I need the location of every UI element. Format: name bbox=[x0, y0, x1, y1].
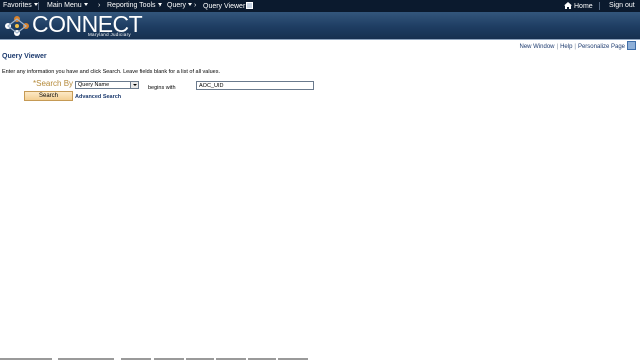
nav-divider bbox=[599, 2, 600, 10]
link-separator: | bbox=[556, 44, 559, 50]
connect-logo-icon bbox=[5, 16, 29, 36]
page-icon bbox=[246, 2, 254, 9]
page-links-bar: New Window | Help | Personalize Page bbox=[519, 41, 636, 50]
help-link[interactable]: Help bbox=[560, 44, 572, 50]
breadcrumb-chevron-icon: › bbox=[98, 2, 101, 9]
reporting-tools-label: Reporting Tools bbox=[107, 2, 156, 9]
main-menu-dropdown-icon bbox=[83, 3, 88, 6]
main-menu-label: Main Menu bbox=[47, 2, 82, 9]
favorites-menu[interactable]: Favorites bbox=[3, 2, 38, 9]
breadcrumb-chevron-icon: › bbox=[159, 2, 162, 9]
header-banner: CONNECT Maryland Judiciary bbox=[0, 11, 640, 39]
search-by-text: Search By bbox=[36, 79, 74, 88]
nav-divider bbox=[38, 2, 39, 10]
home-link[interactable]: Home bbox=[564, 2, 593, 10]
breadcrumb-chevron-icon: › bbox=[194, 2, 197, 9]
advanced-search-link[interactable]: Advanced Search bbox=[75, 94, 121, 100]
breadcrumb-reporting-tools[interactable]: Reporting Tools bbox=[107, 2, 162, 9]
breadcrumb-query-viewer[interactable]: Query Viewer bbox=[203, 2, 254, 10]
search-value-input[interactable]: AOC_UID bbox=[196, 81, 314, 90]
operator-label: begins with bbox=[148, 85, 176, 91]
query-label: Query bbox=[167, 2, 187, 9]
page-help-icon[interactable] bbox=[627, 41, 636, 50]
search-by-label: *Search By bbox=[33, 79, 73, 88]
breadcrumb-query[interactable]: Query bbox=[167, 2, 193, 9]
search-button[interactable]: Search bbox=[24, 91, 73, 101]
link-separator: | bbox=[574, 44, 576, 50]
home-icon bbox=[564, 2, 572, 9]
personalize-page-link[interactable]: Personalize Page bbox=[578, 44, 625, 50]
query-dropdown-icon bbox=[188, 3, 193, 6]
dropdown-arrow-icon bbox=[130, 82, 138, 88]
new-window-link[interactable]: New Window bbox=[519, 44, 554, 50]
search-by-selected-value: Query Name bbox=[78, 82, 110, 88]
main-menu[interactable]: Main Menu bbox=[47, 2, 88, 9]
favorites-label: Favorites bbox=[3, 2, 32, 9]
banner-divider bbox=[0, 39, 640, 40]
logo-subtitle: Maryland Judiciary bbox=[88, 32, 131, 37]
search-instructions: Enter any information you have and click… bbox=[2, 69, 220, 75]
sign-out-link[interactable]: Sign out bbox=[609, 2, 635, 9]
page-title: Query Viewer bbox=[2, 53, 47, 60]
home-label: Home bbox=[574, 3, 593, 10]
query-viewer-label: Query Viewer bbox=[203, 3, 246, 10]
search-by-dropdown[interactable]: Query Name bbox=[75, 81, 139, 89]
